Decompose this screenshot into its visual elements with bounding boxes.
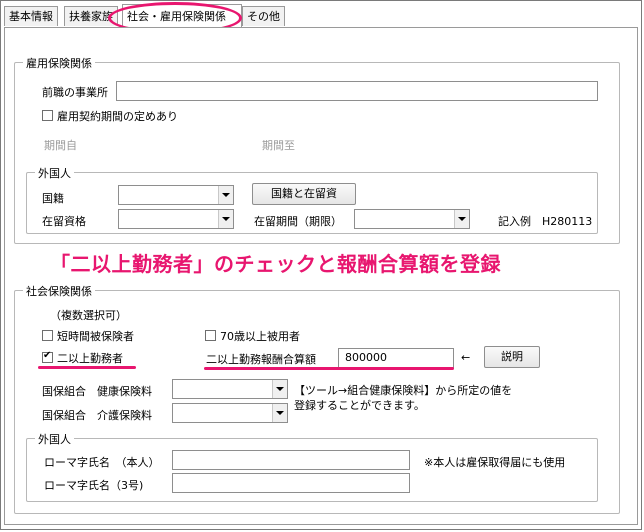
- stay-period-label: 在留期間（期限）: [254, 215, 342, 228]
- left-arrow-icon: ←: [461, 351, 471, 364]
- multi-work-underline: [38, 366, 136, 369]
- health-premium-select[interactable]: [172, 379, 288, 399]
- chevron-down-icon[interactable]: [218, 210, 233, 228]
- over70-label: 70歳以上被用者: [220, 330, 300, 343]
- care-premium-select[interactable]: [172, 403, 288, 423]
- nationality-status-button[interactable]: 国籍と在留資: [252, 183, 356, 205]
- roman-name3-input[interactable]: [172, 473, 410, 493]
- over70-checkbox[interactable]: [205, 330, 216, 341]
- chevron-down-icon[interactable]: [272, 404, 287, 422]
- chevron-down-icon[interactable]: [272, 380, 287, 398]
- short-time-label: 短時間被保険者: [57, 330, 134, 343]
- combined-pay-label: 二以上勤務報酬合算額: [206, 353, 316, 366]
- multi-work-label: 二以上勤務者: [57, 352, 123, 365]
- stay-period-select[interactable]: [354, 209, 470, 229]
- chevron-down-icon[interactable]: [218, 186, 233, 204]
- chevron-down-icon[interactable]: [454, 210, 469, 228]
- entry-example-text: 記入例 H280113: [498, 215, 593, 228]
- employment-group-label: 雇用保険関係: [23, 55, 95, 71]
- roman-name-label: ローマ字氏名 （本人）: [44, 456, 160, 469]
- multi-work-checkbox[interactable]: [42, 350, 53, 363]
- roman-name3-label: ローマ字氏名（3号): [44, 479, 144, 492]
- premium-note-line2: 登録することができます。: [294, 399, 425, 412]
- care-premium-label: 国保組合 介護保険料: [42, 409, 152, 422]
- annotation-banner: 「二以上勤務者」のチェックと報酬合算額を登録: [50, 252, 501, 276]
- tab-other[interactable]: その他: [242, 6, 285, 26]
- residence-status-label: 在留資格: [42, 215, 86, 228]
- prev-employer-input[interactable]: [116, 81, 598, 101]
- contract-period-checkbox[interactable]: [42, 110, 53, 121]
- tab-basic-info[interactable]: 基本情報: [4, 6, 58, 26]
- combined-pay-input[interactable]: 800000: [338, 348, 454, 368]
- tab-bar: 基本情報 扶養家族 社会・雇用保険関係 その他: [4, 4, 640, 28]
- roman-name-input[interactable]: [172, 450, 410, 470]
- nationality-label: 国籍: [42, 192, 64, 205]
- period-from-label: 期間自: [44, 139, 77, 152]
- residence-status-select[interactable]: [118, 209, 234, 229]
- social-foreigner-label: 外国人: [35, 431, 74, 447]
- explain-button[interactable]: 説明: [484, 346, 540, 368]
- employment-foreigner-label: 外国人: [35, 165, 74, 181]
- social-group-label: 社会保険関係: [23, 283, 95, 299]
- health-premium-label: 国保組合 健康保険料: [42, 385, 152, 398]
- prev-employer-label: 前職の事業所: [42, 86, 108, 99]
- contract-period-label: 雇用契約期間の定めあり: [57, 110, 178, 123]
- period-to-label: 期間至: [262, 139, 295, 152]
- combined-pay-underline: [204, 367, 454, 370]
- multi-select-note: （複数選択可）: [50, 309, 127, 322]
- roman-name-note: ※本人は雇保取得届にも使用: [424, 456, 566, 469]
- short-time-checkbox[interactable]: [42, 330, 53, 341]
- premium-note-line1: 【ツール→組合健康保険料】から所定の値を: [294, 384, 513, 397]
- nationality-select[interactable]: [118, 185, 234, 205]
